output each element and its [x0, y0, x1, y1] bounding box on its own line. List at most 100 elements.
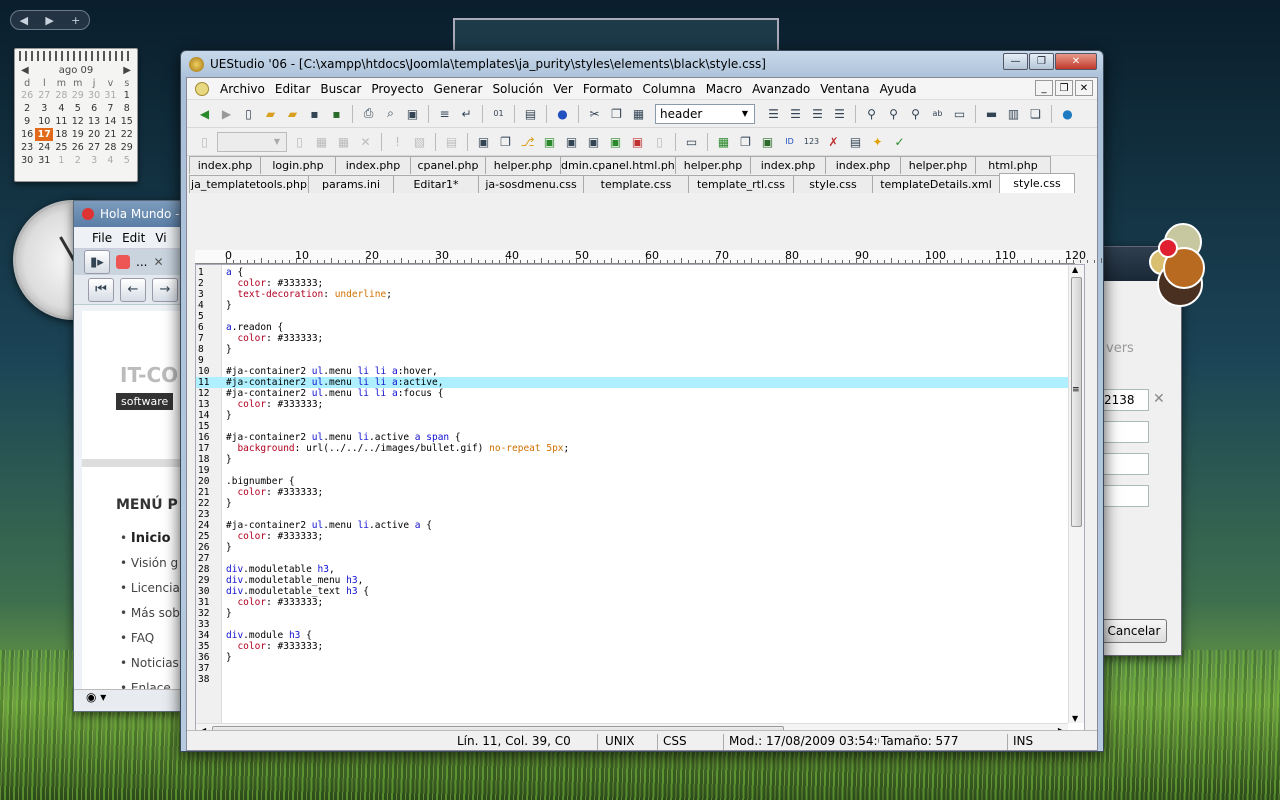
menu-generar[interactable]: Generar	[429, 82, 488, 96]
code-line[interactable]: 1 a {	[196, 267, 1076, 278]
chevron-down-icon[interactable]: ▼	[738, 107, 752, 121]
print-icon[interactable]: ⎙	[359, 104, 378, 123]
code-line[interactable]: 2 color: #333333;	[196, 278, 1076, 289]
gadget-add-icon[interactable]: +	[71, 14, 80, 27]
code-line[interactable]: 8}	[196, 344, 1076, 355]
calendar-day[interactable]: 22	[119, 128, 135, 141]
code-line[interactable]: 9	[196, 355, 1076, 366]
align-right-icon[interactable]: ☰	[808, 104, 827, 123]
calendar-day[interactable]: 21	[102, 128, 118, 141]
calendar-day[interactable]: 20	[86, 128, 102, 141]
file-tab[interactable]: html.php	[975, 156, 1051, 174]
code-line[interactable]: 26}	[196, 542, 1076, 553]
code-line[interactable]: 34 div.module h3 {	[196, 630, 1076, 641]
gadget-next-icon[interactable]: ▶	[45, 14, 53, 27]
status-insert-mode[interactable]: INS	[1013, 734, 1033, 748]
cascade-windows-icon[interactable]: ❏	[1026, 104, 1045, 123]
mdi-restore-button[interactable]: ❐	[1055, 80, 1073, 96]
calendar-day[interactable]: 9	[19, 115, 35, 128]
menu-avanzado[interactable]: Avanzado	[747, 82, 815, 96]
calendar-day[interactable]: 18	[53, 128, 69, 141]
browser-view-icon[interactable]: ●	[553, 104, 572, 123]
editor-titlebar[interactable]: UEStudio '06 - [C:\xampp\htdocs\Joomla\t…	[181, 51, 1103, 77]
uestudio-window[interactable]: UEStudio '06 - [C:\xampp\htdocs\Joomla\t…	[180, 50, 1104, 752]
code-line[interactable]: 38	[196, 674, 1076, 685]
id-icon[interactable]: ID	[780, 132, 799, 151]
calendar-gadget[interactable]: ◀ ago 09 ▶ dlmmjvs 26 27 28 29 30 31 1 2 3 4 5 6 7 8 9…	[14, 48, 138, 182]
output-window-icon[interactable]: ▭	[682, 132, 701, 151]
find-next-icon[interactable]: ⚲	[884, 104, 903, 123]
file-tab[interactable]: template.css	[583, 175, 689, 193]
tag-list-icon[interactable]: ❐	[736, 132, 755, 151]
split-vertical-icon[interactable]: ▥	[1004, 104, 1023, 123]
vertical-scrollbar[interactable]: ▲ ≡ ▼	[1068, 265, 1084, 723]
calendar-day[interactable]: 26	[70, 141, 86, 154]
calendar-day[interactable]: 2	[70, 154, 86, 167]
calendar-day[interactable]: 3	[86, 154, 102, 167]
window-minimize-button[interactable]: —	[1003, 53, 1028, 70]
calendar-day[interactable]: 15	[119, 115, 135, 128]
file-tab[interactable]: Editar1*	[393, 175, 479, 193]
calendar-day[interactable]: 12	[70, 115, 86, 128]
properties-icon[interactable]: ≡	[435, 104, 454, 123]
new-file-icon[interactable]: ▯	[239, 104, 258, 123]
code-line[interactable]: 37	[196, 663, 1076, 674]
find-icon[interactable]: ⚲	[862, 104, 881, 123]
copy-icon[interactable]: ❐	[607, 104, 626, 123]
mdi-minimize-button[interactable]: _	[1035, 80, 1053, 96]
code-line[interactable]: 21 color: #333333;	[196, 487, 1076, 498]
mdi-close-button[interactable]: ✕	[1075, 80, 1093, 96]
browser-tab-label[interactable]: ...	[136, 255, 147, 269]
file-tab[interactable]: template_rtl.css	[688, 175, 794, 193]
scroll-down-icon[interactable]: ▼	[1072, 714, 1078, 723]
code-line[interactable]: 14}	[196, 410, 1076, 421]
cancel-button[interactable]: Cancelar	[1101, 619, 1167, 643]
browser-titlebar[interactable]: Hola Mundo -	[74, 201, 182, 227]
status-syntax[interactable]: CSS	[663, 734, 687, 748]
calendar-day[interactable]: 10	[35, 115, 53, 128]
project-tree-icon[interactable]: ⎇	[518, 132, 537, 151]
calendar-day[interactable]: 3	[35, 102, 53, 115]
site-menu-link[interactable]: • Visión g	[120, 551, 180, 576]
code-line[interactable]: 12 #ja-container2 ul.menu li li a:focus {	[196, 388, 1076, 399]
menu-formato[interactable]: Formato	[578, 82, 638, 96]
file-tab[interactable]: params.ini	[308, 175, 394, 193]
back-arrow-icon[interactable]: ←	[120, 277, 146, 302]
file-tab[interactable]: style.css	[793, 175, 873, 193]
project-export-icon[interactable]: ▣	[628, 132, 647, 151]
window-close-button[interactable]: ✕	[1055, 53, 1097, 70]
menu-ventana[interactable]: Ventana	[815, 82, 874, 96]
numbers-icon[interactable]: 123	[802, 132, 821, 151]
calendar-day[interactable]: 4	[53, 102, 69, 115]
print-setup-icon[interactable]: ▣	[403, 104, 422, 123]
code-line[interactable]: 23	[196, 509, 1076, 520]
code-line[interactable]: 13 color: #333333;	[196, 399, 1076, 410]
paste-icon[interactable]: ▦	[629, 104, 648, 123]
file-tab[interactable]: templateDetails.xml	[872, 175, 1000, 193]
grid-icon[interactable]: ▦	[714, 132, 733, 151]
code-line[interactable]: 33	[196, 619, 1076, 630]
site-menu-link[interactable]: • Licencia	[120, 576, 180, 601]
file-tab[interactable]: index.php	[750, 156, 826, 174]
menu-columna[interactable]: Columna	[637, 82, 700, 96]
browser-status-icon[interactable]: ◉ ▾	[86, 690, 106, 704]
menu-editar[interactable]: Editar	[270, 82, 316, 96]
justify-icon[interactable]: ☰	[830, 104, 849, 123]
file-tab[interactable]: ja-sosdmenu.css	[478, 175, 584, 193]
first-page-icon[interactable]: ⏮	[88, 277, 114, 302]
project-add-icon[interactable]: ▣	[540, 132, 559, 151]
dialog-field-4[interactable]	[1103, 485, 1149, 507]
code-line[interactable]: 10 #ja-container2 ul.menu li li a:hover,	[196, 366, 1076, 377]
back-icon[interactable]: ◀	[195, 104, 214, 123]
hex-mode-icon[interactable]: 01	[489, 104, 508, 123]
calendar-next-icon[interactable]: ▶	[123, 65, 131, 76]
print-preview-icon[interactable]: ⌕	[381, 104, 400, 123]
file-tab[interactable]: helper.php	[675, 156, 751, 174]
code-editor[interactable]: 1a {2 color: #333333; 3 text-decoration: …	[195, 264, 1085, 740]
find-in-files-icon[interactable]: ▭	[950, 104, 969, 123]
code-line[interactable]: 24 #ja-container2 ul.menu li.active a {	[196, 520, 1076, 531]
calendar-day[interactable]: 16	[19, 128, 35, 141]
function-list-combo[interactable]: header ▼	[655, 103, 755, 124]
calendar-day[interactable]: 1	[53, 154, 69, 167]
code-line[interactable]: 17 background: url(../../../images/bulle…	[196, 443, 1076, 454]
